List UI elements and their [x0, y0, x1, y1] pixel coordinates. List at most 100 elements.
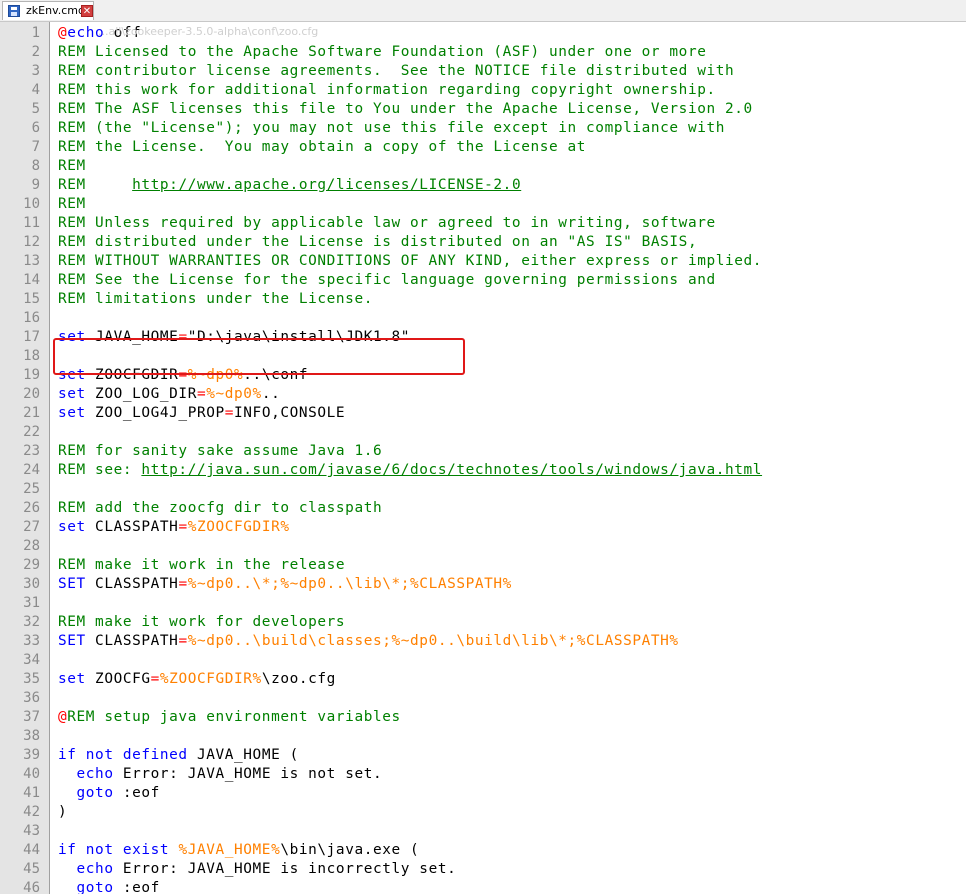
code-line[interactable]: 21 set ZOO_LOG4J_PROP=INFO,CONSOLE [0, 404, 966, 423]
code-token: set [58, 671, 86, 687]
code-line[interactable]: 11 REM Unless required by applicable law … [0, 214, 966, 233]
code-line[interactable]: 9 REM http://www.apache.org/licenses/LICE… [0, 176, 966, 195]
code-token: REM setup java environment variables [67, 709, 401, 725]
code-line[interactable]: 46 goto :eof [0, 879, 966, 894]
line-number: 10 [23, 196, 40, 212]
code-line[interactable]: 32 REM make it work for developers [0, 613, 966, 632]
code-token: set [58, 386, 86, 402]
line-number: 33 [23, 633, 40, 649]
code-token: if not exist [58, 842, 170, 858]
code-text: set ZOOCFG=%ZOOCFGDIR%\zoo.cfg [58, 670, 336, 689]
code-line[interactable]: 29 REM make it work in the release [0, 556, 966, 575]
code-line[interactable]: 7 REM the License. You may obtain a copy … [0, 138, 966, 157]
code-token: echo [76, 861, 114, 877]
code-line[interactable]: 22 [0, 423, 966, 442]
code-line[interactable]: 44 if not exist %JAVA_HOME%\bin\java.exe … [0, 841, 966, 860]
code-line[interactable]: 34 [0, 651, 966, 670]
code-token: Error: JAVA_HOME is not set. [113, 766, 383, 782]
line-number: 1 [31, 25, 40, 41]
code-line[interactable]: 35 set ZOOCFG=%ZOOCFGDIR%\zoo.cfg [0, 670, 966, 689]
code-line[interactable]: 37 @REM setup java environment variables [0, 708, 966, 727]
code-line[interactable]: 5 REM The ASF licenses this file to You u… [0, 100, 966, 119]
line-number: 8 [31, 158, 40, 174]
code-line[interactable]: 13 REM WITHOUT WARRANTIES OR CONDITIONS O… [0, 252, 966, 271]
code-line[interactable]: 10 REM [0, 195, 966, 214]
line-number: 25 [23, 481, 40, 497]
code-text: REM limitations under the License. [58, 290, 373, 309]
line-number: 11 [23, 215, 40, 231]
code-token: .. [261, 386, 281, 402]
code-token: REM Unless required by applicable law or… [58, 215, 716, 231]
code-text: REM Licensed to the Apache Software Foun… [58, 43, 706, 62]
code-line[interactable]: 31 [0, 594, 966, 613]
code-line[interactable]: 23 REM for sanity sake assume Java 1.6 [0, 442, 966, 461]
code-line[interactable]: 39 if not defined JAVA_HOME ( [0, 746, 966, 765]
code-text: set ZOO_LOG_DIR=%~dp0%.. [58, 385, 280, 404]
close-icon[interactable]: ✕ [81, 5, 93, 17]
highlight-annotation-box [53, 338, 465, 375]
line-number: 45 [23, 861, 40, 877]
code-editor[interactable]: 1 @echo off 2 REM Licensed to the Apache So… [0, 22, 966, 894]
code-line[interactable]: 2 REM Licensed to the Apache Software Fou… [0, 43, 966, 62]
code-token: = [196, 386, 207, 402]
code-line[interactable]: 38 [0, 727, 966, 746]
code-text: @REM setup java environment variables [58, 708, 401, 727]
code-line[interactable]: 27 set CLASSPATH=%ZOOCFGDIR% [0, 518, 966, 537]
code-token: REM for sanity sake assume Java 1.6 [58, 443, 383, 459]
code-line[interactable]: 25 [0, 480, 966, 499]
code-token: = [150, 671, 160, 687]
line-number: 22 [23, 424, 40, 440]
line-number: 7 [31, 139, 40, 155]
code-line[interactable]: 36 [0, 689, 966, 708]
code-line[interactable]: 14 REM See the License for the specific l… [0, 271, 966, 290]
code-token: set [58, 405, 86, 421]
code-line[interactable]: 42) [0, 803, 966, 822]
code-link[interactable]: http://www.apache.org/licenses/LICENSE-2… [132, 177, 521, 193]
code-link[interactable]: http://java.sun.com/javase/6/docs/techno… [141, 462, 762, 478]
code-line[interactable]: 28 [0, 537, 966, 556]
code-line[interactable]: 15 REM limitations under the License. [0, 290, 966, 309]
code-line[interactable]: 43 [0, 822, 966, 841]
code-token: \bin\java.exe ( [280, 842, 420, 858]
code-line[interactable]: 33 SET CLASSPATH=%~dp0..\build\classes;%~… [0, 632, 966, 651]
code-line[interactable]: 20 set ZOO_LOG_DIR=%~dp0%.. [0, 385, 966, 404]
code-text: set ZOO_LOG4J_PROP=INFO,CONSOLE [58, 404, 345, 423]
code-line[interactable]: 26 REM add the zoocfg dir to classpath [0, 499, 966, 518]
code-token: %~dp0..\build\classes;%~dp0..\build\lib\… [187, 633, 679, 649]
code-line[interactable]: 24 REM see: http://java.sun.com/javase/6/… [0, 461, 966, 480]
code-token: set [58, 519, 86, 535]
code-line[interactable]: 4 REM this work for additional informatio… [0, 81, 966, 100]
code-token: %JAVA_HOME% [178, 842, 281, 858]
code-token: REM (the "License"); you may not use thi… [58, 120, 725, 136]
code-line[interactable]: 40 echo Error: JAVA_HOME is not set. [0, 765, 966, 784]
code-token: ZOOCFG [85, 671, 151, 687]
code-text: REM Unless required by applicable law or… [58, 214, 716, 233]
code-text: REM this work for additional information… [58, 81, 716, 100]
code-line[interactable]: 41 goto :eof [0, 784, 966, 803]
code-token: INFO,CONSOLE [234, 405, 346, 421]
code-line[interactable]: 8 REM [0, 157, 966, 176]
line-number: 31 [23, 595, 40, 611]
code-token: ) [58, 804, 68, 820]
code-token: %~dp0..\*;%~dp0..\lib\*;%CLASSPATH% [187, 576, 512, 592]
line-number: 14 [23, 272, 40, 288]
line-number: 3 [31, 63, 40, 79]
code-token: SET [58, 576, 86, 592]
code-token: CLASSPATH [85, 519, 179, 535]
code-token: \zoo.cfg [261, 671, 336, 687]
code-text: ) [58, 803, 67, 822]
code-line[interactable]: 45 echo Error: JAVA_HOME is incorrectly … [0, 860, 966, 879]
tab-zkenv-cmd[interactable]: zkEnv.cmd ✕ [2, 1, 94, 20]
code-line[interactable]: 3 REM contributor license agreements. See… [0, 62, 966, 81]
code-token: goto [76, 880, 114, 894]
code-line[interactable]: 30 SET CLASSPATH=%~dp0..\*;%~dp0..\lib\*;… [0, 575, 966, 594]
code-line[interactable]: 12 REM distributed under the License is d… [0, 233, 966, 252]
code-line[interactable]: 6 REM (the "License"); you may not use th… [0, 119, 966, 138]
code-text: REM See the License for the specific lan… [58, 271, 716, 290]
line-number: 35 [23, 671, 40, 687]
line-number: 27 [23, 519, 40, 535]
code-line[interactable]: 16 [0, 309, 966, 328]
code-token: REM Licensed to the Apache Software Foun… [58, 44, 707, 60]
code-token: @ [58, 709, 68, 725]
